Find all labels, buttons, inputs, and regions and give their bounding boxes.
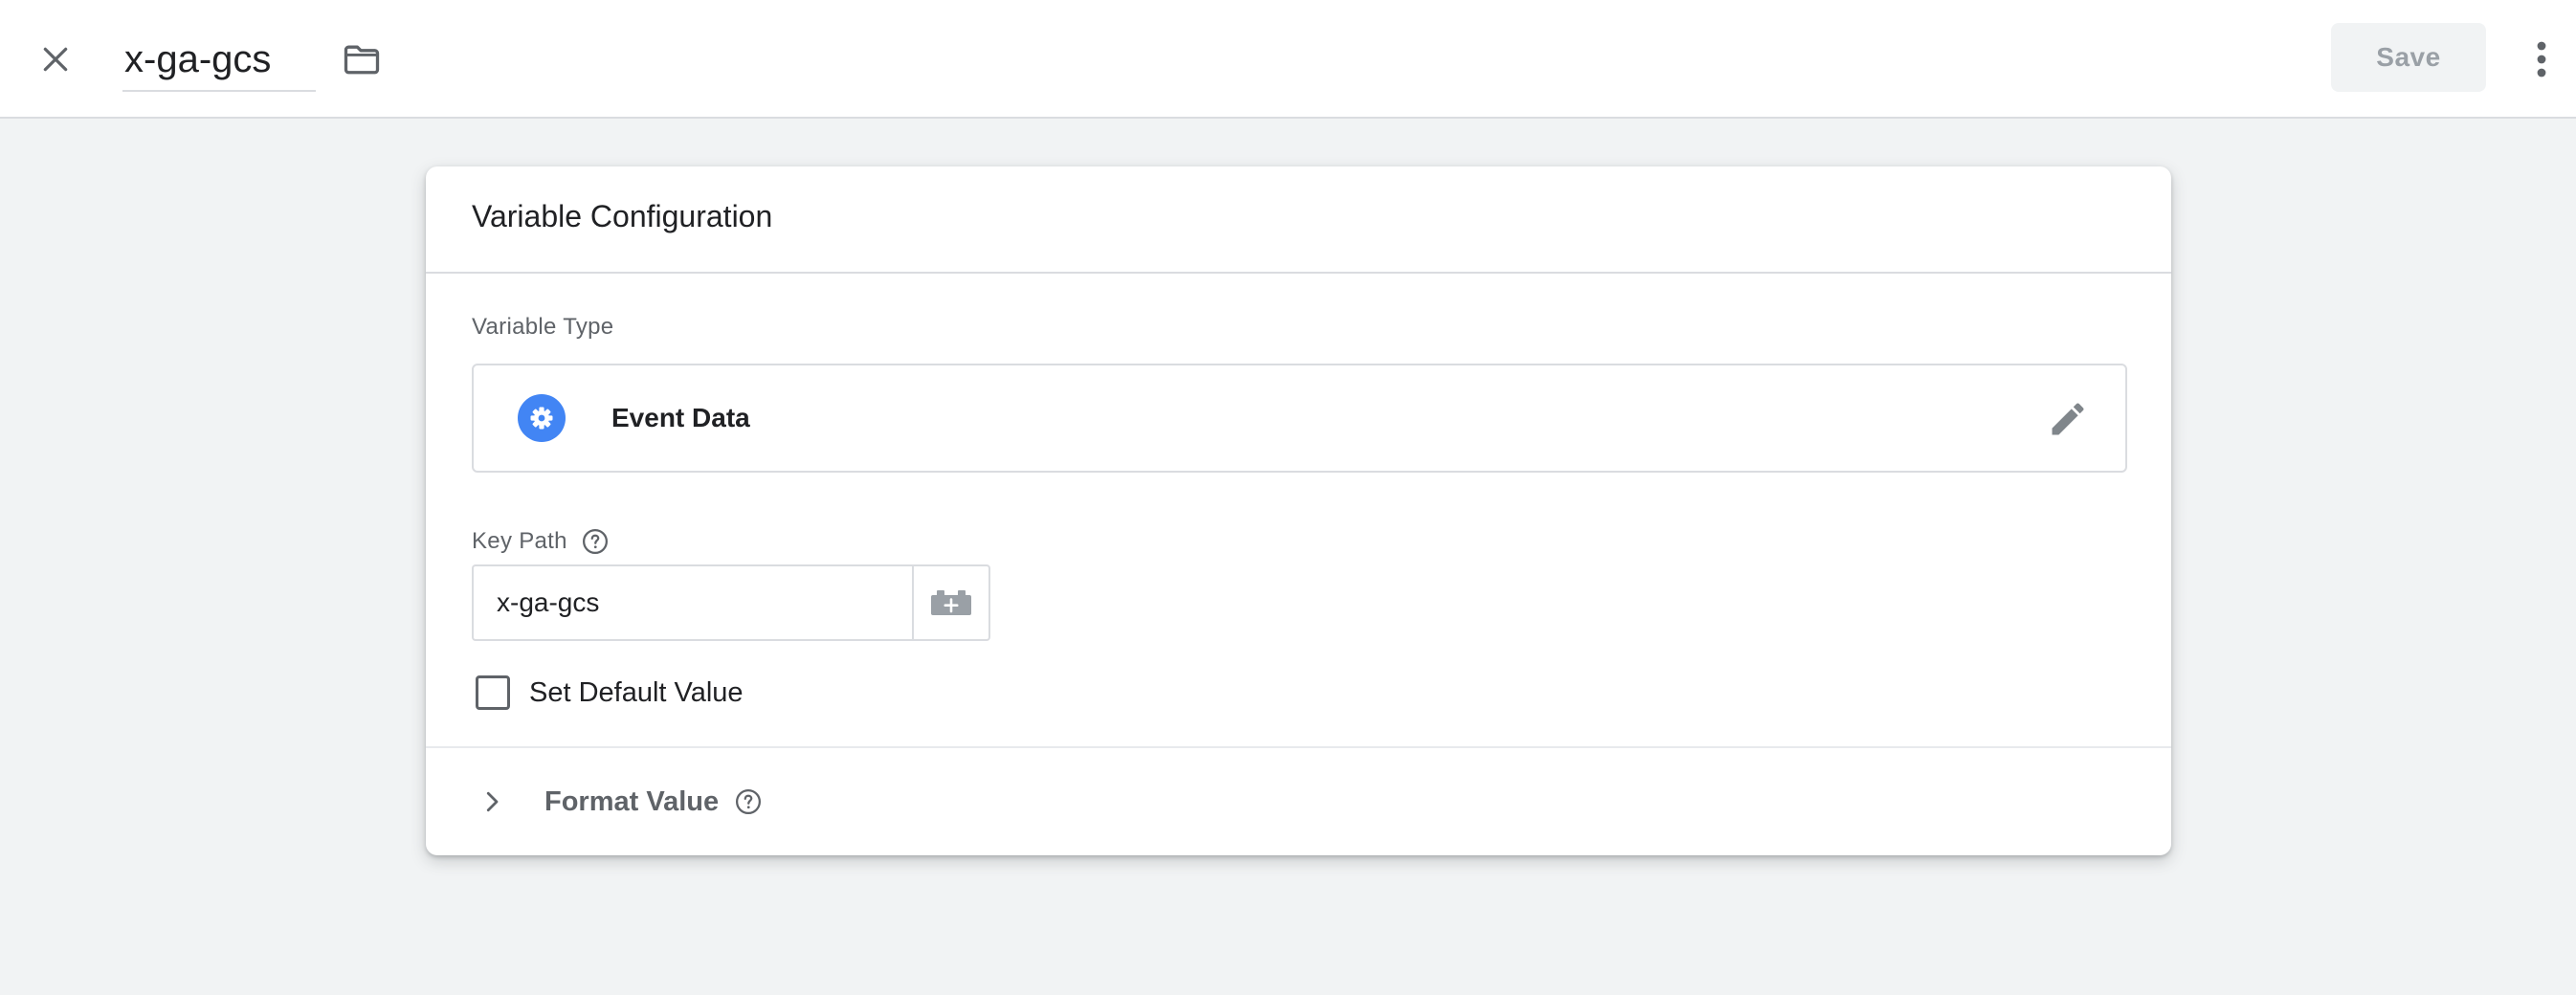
variable-type-label: Variable Type	[472, 314, 614, 340]
section-divider	[426, 746, 2171, 748]
card-title: Variable Configuration	[472, 199, 773, 233]
variable-type-name: Event Data	[611, 403, 750, 432]
more-vert-icon	[2537, 41, 2546, 77]
close-button[interactable]	[29, 29, 82, 90]
variable-name-field[interactable]: x-ga-gcs	[122, 27, 316, 92]
set-default-value-row[interactable]: Set Default Value	[476, 674, 744, 712]
pencil-icon[interactable]	[2047, 398, 2089, 440]
gear-icon	[518, 394, 566, 442]
more-options-button[interactable]	[2522, 33, 2561, 86]
help-icon[interactable]	[734, 787, 763, 816]
format-value-label: Format Value	[544, 785, 720, 817]
key-path-label: Key Path	[472, 528, 567, 554]
folder-button[interactable]	[335, 33, 389, 86]
save-button[interactable]: Save	[2331, 23, 2486, 92]
format-value-toggle[interactable]: Format Value	[477, 775, 763, 829]
chevron-right-icon	[486, 791, 499, 812]
variable-picker-icon	[931, 590, 971, 615]
close-icon	[43, 47, 68, 72]
set-default-value-checkbox[interactable]	[476, 675, 510, 710]
help-icon[interactable]	[581, 527, 610, 556]
variable-type-selector[interactable]: Event Data	[472, 364, 2127, 473]
card-divider	[426, 272, 2171, 274]
key-path-input[interactable]: x-ga-gcs	[472, 564, 912, 641]
variable-picker-button[interactable]	[912, 564, 990, 641]
set-default-value-label: Set Default Value	[529, 676, 744, 708]
top-bar: x-ga-gcs Save	[0, 0, 2576, 119]
folder-icon	[344, 45, 380, 75]
variable-configuration-card: Variable Configuration Variable Type Eve…	[426, 166, 2171, 855]
